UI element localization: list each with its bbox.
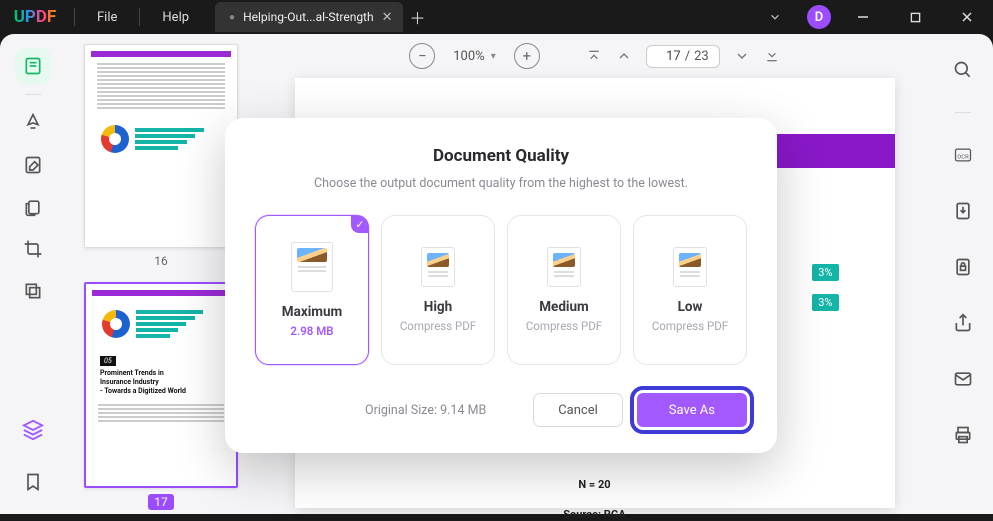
app-body: 16 05 Prominent Trends in Insura	[0, 34, 993, 514]
page-total: 23	[694, 49, 709, 64]
tool-reader-button[interactable]	[15, 48, 51, 84]
divider	[25, 94, 41, 95]
quality-name: Medium	[539, 299, 589, 315]
thumbnail-label: 16	[84, 254, 238, 268]
modal-title: Document Quality	[255, 146, 747, 166]
ocr-button[interactable]: OCR	[945, 137, 981, 173]
document-quality-modal: Document Quality Choose the output docum…	[225, 118, 777, 453]
zoom-out-button[interactable]: −	[409, 43, 435, 69]
tool-crop-button[interactable]	[15, 231, 51, 267]
sidebar-right: OCR	[933, 34, 993, 514]
quality-option-medium[interactable]: Medium Compress PDF	[507, 215, 621, 365]
tool-bookmark-button[interactable]	[15, 464, 51, 500]
zoom-level[interactable]: 100% ▾	[449, 49, 499, 64]
window-close-button[interactable]	[947, 0, 987, 34]
quality-thumb-icon	[673, 247, 707, 287]
tool-layers-button[interactable]	[15, 412, 51, 448]
tool-copy-button[interactable]	[15, 189, 51, 225]
quality-thumb-icon	[291, 242, 333, 292]
share-button[interactable]	[945, 305, 981, 341]
tab-close-icon[interactable]: ✕	[382, 10, 393, 25]
modal-subtitle: Choose the output document quality from …	[255, 176, 747, 191]
sidebar-left	[0, 34, 66, 514]
donut-chart-icon	[102, 310, 130, 338]
page-source-label: Source: RGA	[295, 508, 895, 521]
page-toolbar: − 100% ▾ + / 23	[256, 34, 933, 78]
cancel-button[interactable]: Cancel	[533, 393, 623, 427]
tool-stack-button[interactable]	[15, 273, 51, 309]
divider	[139, 8, 140, 26]
zoom-in-button[interactable]: +	[514, 43, 540, 69]
divider	[74, 8, 75, 26]
save-as-button[interactable]: Save As	[637, 393, 747, 427]
quality-sub: Compress PDF	[526, 319, 602, 333]
data-badge: 3%	[812, 264, 838, 281]
quality-thumb-icon	[547, 247, 581, 287]
donut-chart-icon	[101, 125, 129, 153]
quality-size: 2.98 MB	[290, 324, 333, 338]
menu-file[interactable]: File	[79, 10, 135, 25]
app-logo: UPDF	[0, 7, 70, 27]
convert-button[interactable]	[945, 193, 981, 229]
next-page-button[interactable]	[734, 48, 750, 64]
section-number: 05	[100, 356, 116, 366]
quality-option-high[interactable]: High Compress PDF	[381, 215, 495, 365]
quality-name: High	[424, 299, 452, 315]
tab-title: Helping-Out...al-Strength	[243, 10, 374, 24]
svg-text:OCR: OCR	[957, 154, 969, 160]
document-tab[interactable]: ● Helping-Out...al-Strength ✕	[215, 2, 402, 32]
last-page-button[interactable]	[764, 48, 780, 64]
new-tab-button[interactable]: ＋	[403, 5, 433, 29]
divider	[955, 112, 971, 113]
print-button[interactable]	[945, 417, 981, 453]
window-minimize-button[interactable]	[843, 0, 883, 34]
chevron-down-icon[interactable]	[755, 0, 795, 34]
quality-thumb-icon	[421, 247, 455, 287]
quality-sub: Compress PDF	[400, 319, 476, 333]
check-icon: ✓	[351, 215, 369, 233]
data-badge: 3%	[812, 294, 838, 311]
page-n-label: N = 20	[295, 478, 895, 491]
chevron-down-icon: ▾	[491, 51, 496, 62]
search-button[interactable]	[945, 52, 981, 88]
quality-option-maximum[interactable]: ✓ Maximum 2.98 MB	[255, 215, 369, 365]
email-button[interactable]	[945, 361, 981, 397]
quality-sub: Compress PDF	[652, 319, 728, 333]
first-page-button[interactable]	[586, 48, 602, 64]
protect-button[interactable]	[945, 249, 981, 285]
quality-option-low[interactable]: Low Compress PDF	[633, 215, 747, 365]
thumb-heading-line: Prominent Trends in	[100, 369, 222, 378]
window-maximize-button[interactable]	[895, 0, 935, 34]
thumbnail-page-17[interactable]: 05 Prominent Trends in Insurance Industr…	[84, 282, 238, 488]
prev-page-button[interactable]	[616, 48, 632, 64]
thumbnail-label-current: 17	[148, 494, 174, 510]
tool-highlight-button[interactable]	[15, 105, 51, 141]
tab-modified-dot-icon: ●	[229, 12, 235, 23]
tool-edit-text-button[interactable]	[15, 147, 51, 183]
quality-name: Maximum	[282, 304, 342, 320]
page-number-field[interactable]: / 23	[646, 45, 720, 68]
original-size-label: Original Size: 9.14 MB	[365, 403, 486, 418]
title-bar: UPDF File Help ● Helping-Out...al-Streng…	[0, 0, 993, 34]
page-number-input[interactable]	[657, 49, 681, 64]
thumb-heading-line: Insurance Industry	[100, 378, 222, 387]
menu-help[interactable]: Help	[144, 10, 207, 25]
thumbnail-page-16[interactable]	[84, 44, 238, 248]
thumb-heading-line: - Towards a Digitized World	[100, 387, 222, 396]
user-avatar[interactable]: D	[807, 5, 831, 29]
quality-name: Low	[678, 299, 703, 315]
